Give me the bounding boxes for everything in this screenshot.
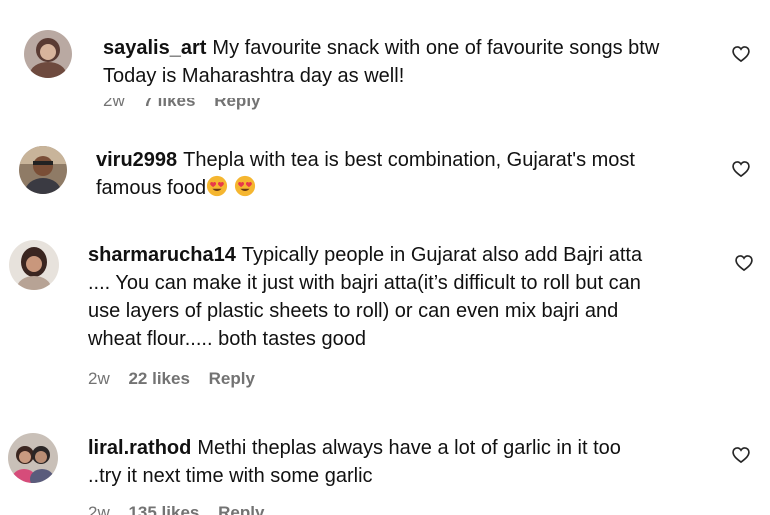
comment-item: viru2998 Thepla with tea is best combinat…	[0, 140, 770, 220]
avatar[interactable]	[19, 146, 67, 194]
comment-text: liral.rathod Methi theplas always have a …	[88, 434, 728, 490]
heart-outline-icon[interactable]	[731, 44, 751, 64]
comment-meta: 2w 135 likes Reply	[88, 505, 278, 515]
heart-eyes-emoji-icon	[234, 175, 255, 197]
comment-body-line: Methi theplas always have a lot of garli…	[197, 437, 621, 459]
comment-text: sharmarucha14 Typically people in Gujarat…	[88, 241, 728, 353]
comment-username[interactable]: viru2998	[96, 149, 177, 171]
comment-username[interactable]: liral.rathod	[88, 437, 191, 459]
avatar[interactable]	[24, 30, 72, 78]
comment-item: sharmarucha14 Typically people in Gujarat…	[0, 235, 770, 395]
comment-meta: 2w 7 likes Reply	[103, 98, 275, 110]
meta-clip: 2w 7 likes Reply	[0, 98, 770, 110]
comment-item: liral.rathod Methi theplas always have a …	[0, 425, 770, 515]
heart-outline-icon[interactable]	[731, 445, 751, 465]
comment-age: 2w	[88, 505, 110, 515]
likes-count[interactable]: 22 likes	[128, 369, 189, 388]
comment-meta: 2w 22 likes Reply	[88, 369, 269, 389]
comment-body-line: My favourite snack with one of favourite…	[212, 37, 660, 59]
comment-body-line: ..try it next time with some garlic	[88, 465, 373, 487]
reply-button[interactable]: Reply	[209, 369, 255, 388]
likes-count[interactable]: 7 likes	[143, 98, 195, 110]
reply-button[interactable]: Reply	[214, 98, 260, 110]
comment-item: sayalis_art My favourite snack with one o…	[0, 0, 770, 115]
heart-eyes-emoji-icon	[206, 175, 228, 197]
comment-body-line: Typically people in Gujarat also add Baj…	[241, 244, 643, 266]
heart-outline-icon[interactable]	[731, 159, 751, 179]
comment-username[interactable]: sayalis_art	[103, 37, 206, 59]
comment-text: sayalis_art My favourite snack with one o…	[103, 34, 703, 90]
meta-clip: 2w 135 likes Reply	[0, 505, 770, 515]
likes-count[interactable]: 135 likes	[128, 505, 199, 515]
avatar[interactable]	[8, 433, 58, 483]
comment-age: 2w	[103, 98, 125, 110]
comment-text: viru2998 Thepla with tea is best combinat…	[96, 146, 716, 202]
comment-body-line: use layers of plastic sheets to roll) or…	[88, 300, 619, 322]
heart-outline-icon[interactable]	[734, 253, 754, 273]
comment-age: 2w	[88, 369, 110, 388]
comment-body-line: famous food	[96, 177, 207, 199]
comment-body-line: wheat flour..... both tastes good	[88, 328, 366, 350]
avatar[interactable]	[9, 240, 59, 290]
comment-body-line: .... You can make it just with bajri att…	[88, 272, 641, 294]
comment-body-line: Today is Maharashtra day as well!	[103, 65, 405, 87]
comment-body-line: Thepla with tea is best combination, Guj…	[183, 149, 635, 171]
reply-button[interactable]: Reply	[218, 505, 264, 515]
comment-username[interactable]: sharmarucha14	[88, 244, 236, 266]
